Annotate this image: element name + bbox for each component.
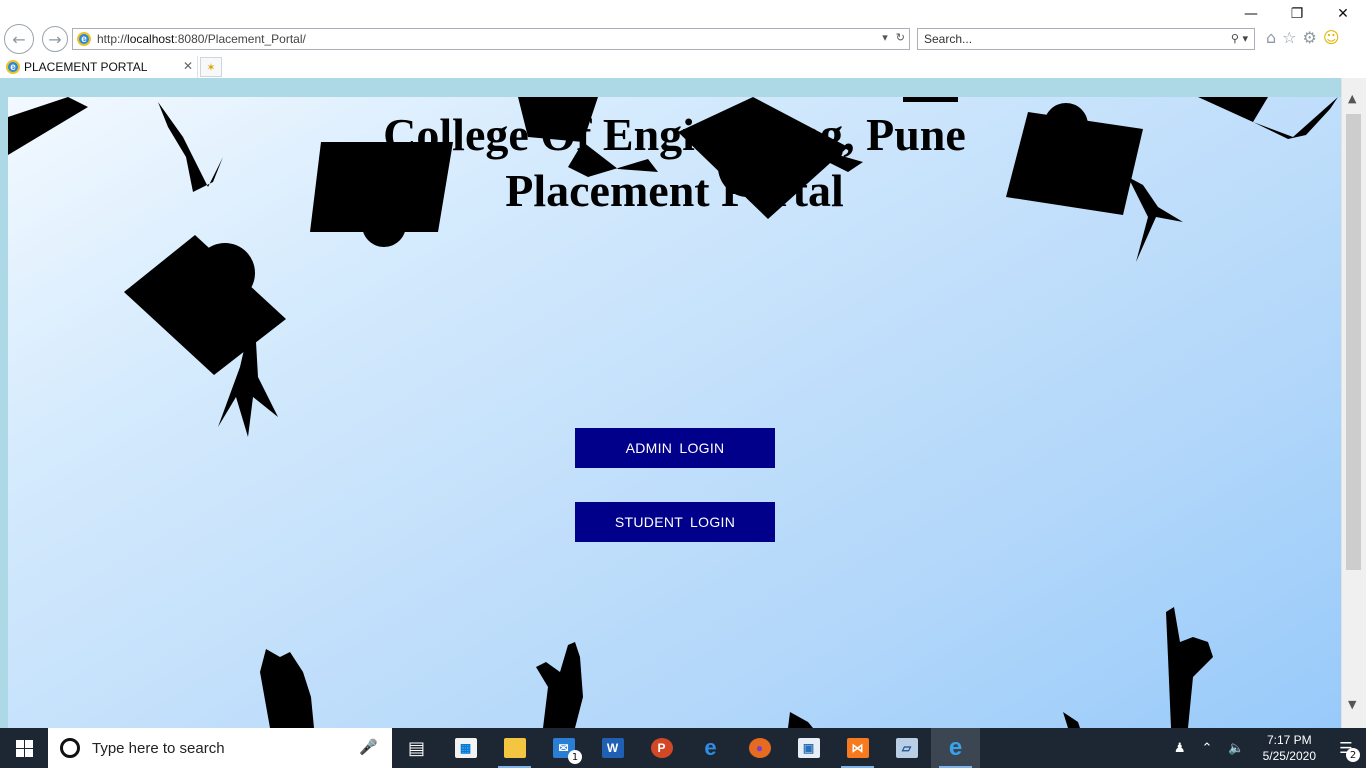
home-icon[interactable]: ⌂ (1266, 28, 1276, 47)
admin-login-button[interactable]: ADMIN LOGIN (575, 428, 775, 468)
minimize-icon[interactable]: — (1228, 0, 1274, 28)
file-explorer-icon[interactable] (490, 728, 539, 768)
page-heading-portal: Placement Portal (505, 165, 844, 216)
scroll-up-icon[interactable]: ▲ (1348, 92, 1356, 105)
back-icon[interactable]: ← (4, 24, 34, 54)
clock-time: 7:17 PM (1266, 733, 1312, 747)
virtualbox-icon[interactable]: ▱ (882, 728, 931, 768)
new-tab-icon[interactable]: ✶ (200, 57, 222, 77)
powerpoint-icon[interactable]: P (637, 728, 686, 768)
tab-placement-portal[interactable]: e PLACEMENT PORTAL ✕ (2, 56, 198, 78)
system-tray: ♟ ⌃ 🔈 7:17 PM 5/25/2020 ☰ 2 (1166, 728, 1366, 768)
taskbar-search-placeholder: Type here to search (92, 739, 225, 757)
ie-tab-icon: e (6, 60, 20, 74)
browser-search-input[interactable]: Search... ⚲ ▾ (917, 28, 1255, 50)
notification-count-badge: 2 (1346, 748, 1360, 762)
scroll-down-icon[interactable]: ▼ (1348, 698, 1356, 711)
window-controls: — ❐ ✕ (1228, 0, 1366, 28)
edge-icon[interactable]: e (686, 728, 735, 768)
raised-hand-shape (536, 642, 583, 728)
tab-close-icon[interactable]: ✕ (183, 59, 193, 73)
forward-icon[interactable]: → (42, 26, 68, 52)
page-heading-college: College Of Engineering, Pune (383, 109, 966, 160)
raised-hand-shape (1166, 607, 1213, 728)
vertical-scrollbar[interactable]: ▲ ▼ (1341, 78, 1366, 728)
volume-icon[interactable]: 🔈 (1228, 741, 1244, 756)
url-prefix: http:// (97, 32, 128, 46)
taskbar-apps: ▤ ▦ ✉ 1 W P e ● ▣ ⋈ ▱ e (392, 728, 980, 768)
taskbar-search-input[interactable]: Type here to search 🎤 (48, 728, 392, 768)
people-icon[interactable]: ♟ (1174, 741, 1186, 756)
grad-cap-shape (903, 97, 958, 102)
browser-search-placeholder: Search... (924, 32, 973, 46)
hero-background: College Of Engineering, Pune Placement P… (8, 97, 1341, 728)
feedback-smiley-icon[interactable]: ☺ (1323, 28, 1340, 47)
show-hidden-icons-chevron-icon[interactable]: ⌃ (1202, 741, 1213, 756)
settings-gear-icon[interactable]: ⚙ (1303, 28, 1317, 47)
search-icon[interactable]: ⚲ ▾ (1231, 32, 1248, 45)
browser-toolbar-icons: ⌂ ☆ ⚙ ☺ (1266, 28, 1340, 47)
start-button[interactable] (0, 728, 48, 768)
address-dropdown-icon[interactable]: ▾ (882, 31, 888, 44)
url-host: localhost (127, 32, 175, 46)
address-bar[interactable]: e http://localhost:8080/Placement_Portal… (72, 28, 910, 50)
taskbar-clock[interactable]: 7:17 PM 5/25/2020 (1263, 732, 1316, 764)
xampp-icon[interactable]: ⋈ (833, 728, 882, 768)
tab-title: PLACEMENT PORTAL (24, 60, 148, 74)
clock-date: 5/25/2020 (1262, 749, 1316, 763)
firefox-icon[interactable]: ● (735, 728, 784, 768)
browser-titlebar: — ❐ ✕ ← → e http://localhost:8080/Placem… (0, 0, 1366, 56)
favorites-star-icon[interactable]: ☆ (1282, 28, 1296, 47)
windows-taskbar: Type here to search 🎤 ▤ ▦ ✉ 1 W P e ● ▣ ⋈… (0, 728, 1366, 768)
mail-icon[interactable]: ✉ 1 (539, 728, 588, 768)
refresh-icon[interactable]: ↻ (896, 31, 905, 44)
store-icon[interactable]: ▦ (441, 728, 490, 768)
close-icon[interactable]: ✕ (1320, 0, 1366, 28)
page-viewport: College Of Engineering, Pune Placement P… (0, 78, 1366, 728)
url-path: :8080/Placement_Portal/ (174, 32, 306, 46)
raised-hand-shape (788, 712, 813, 728)
raised-hand-shape (1063, 712, 1080, 728)
action-center-icon[interactable]: ☰ 2 (1326, 728, 1366, 768)
microphone-icon[interactable]: 🎤 (359, 738, 378, 756)
tab-strip: e PLACEMENT PORTAL ✕ ✶ (0, 56, 1366, 78)
cortana-icon (60, 738, 80, 758)
mail-badge: 1 (568, 750, 582, 764)
grad-cap-crown (195, 243, 255, 303)
scrollbar-thumb[interactable] (1346, 114, 1361, 570)
internet-explorer-icon[interactable]: e (931, 728, 980, 768)
student-login-button[interactable]: STUDENT LOGIN (575, 502, 775, 542)
raised-hand-shape (260, 649, 314, 728)
ie-page-icon: e (77, 32, 91, 46)
restore-icon[interactable]: ❐ (1274, 0, 1320, 28)
app-window-icon[interactable]: ▣ (784, 728, 833, 768)
task-view-icon[interactable]: ▤ (392, 728, 441, 768)
word-icon[interactable]: W (588, 728, 637, 768)
windows-logo-icon (15, 739, 33, 757)
